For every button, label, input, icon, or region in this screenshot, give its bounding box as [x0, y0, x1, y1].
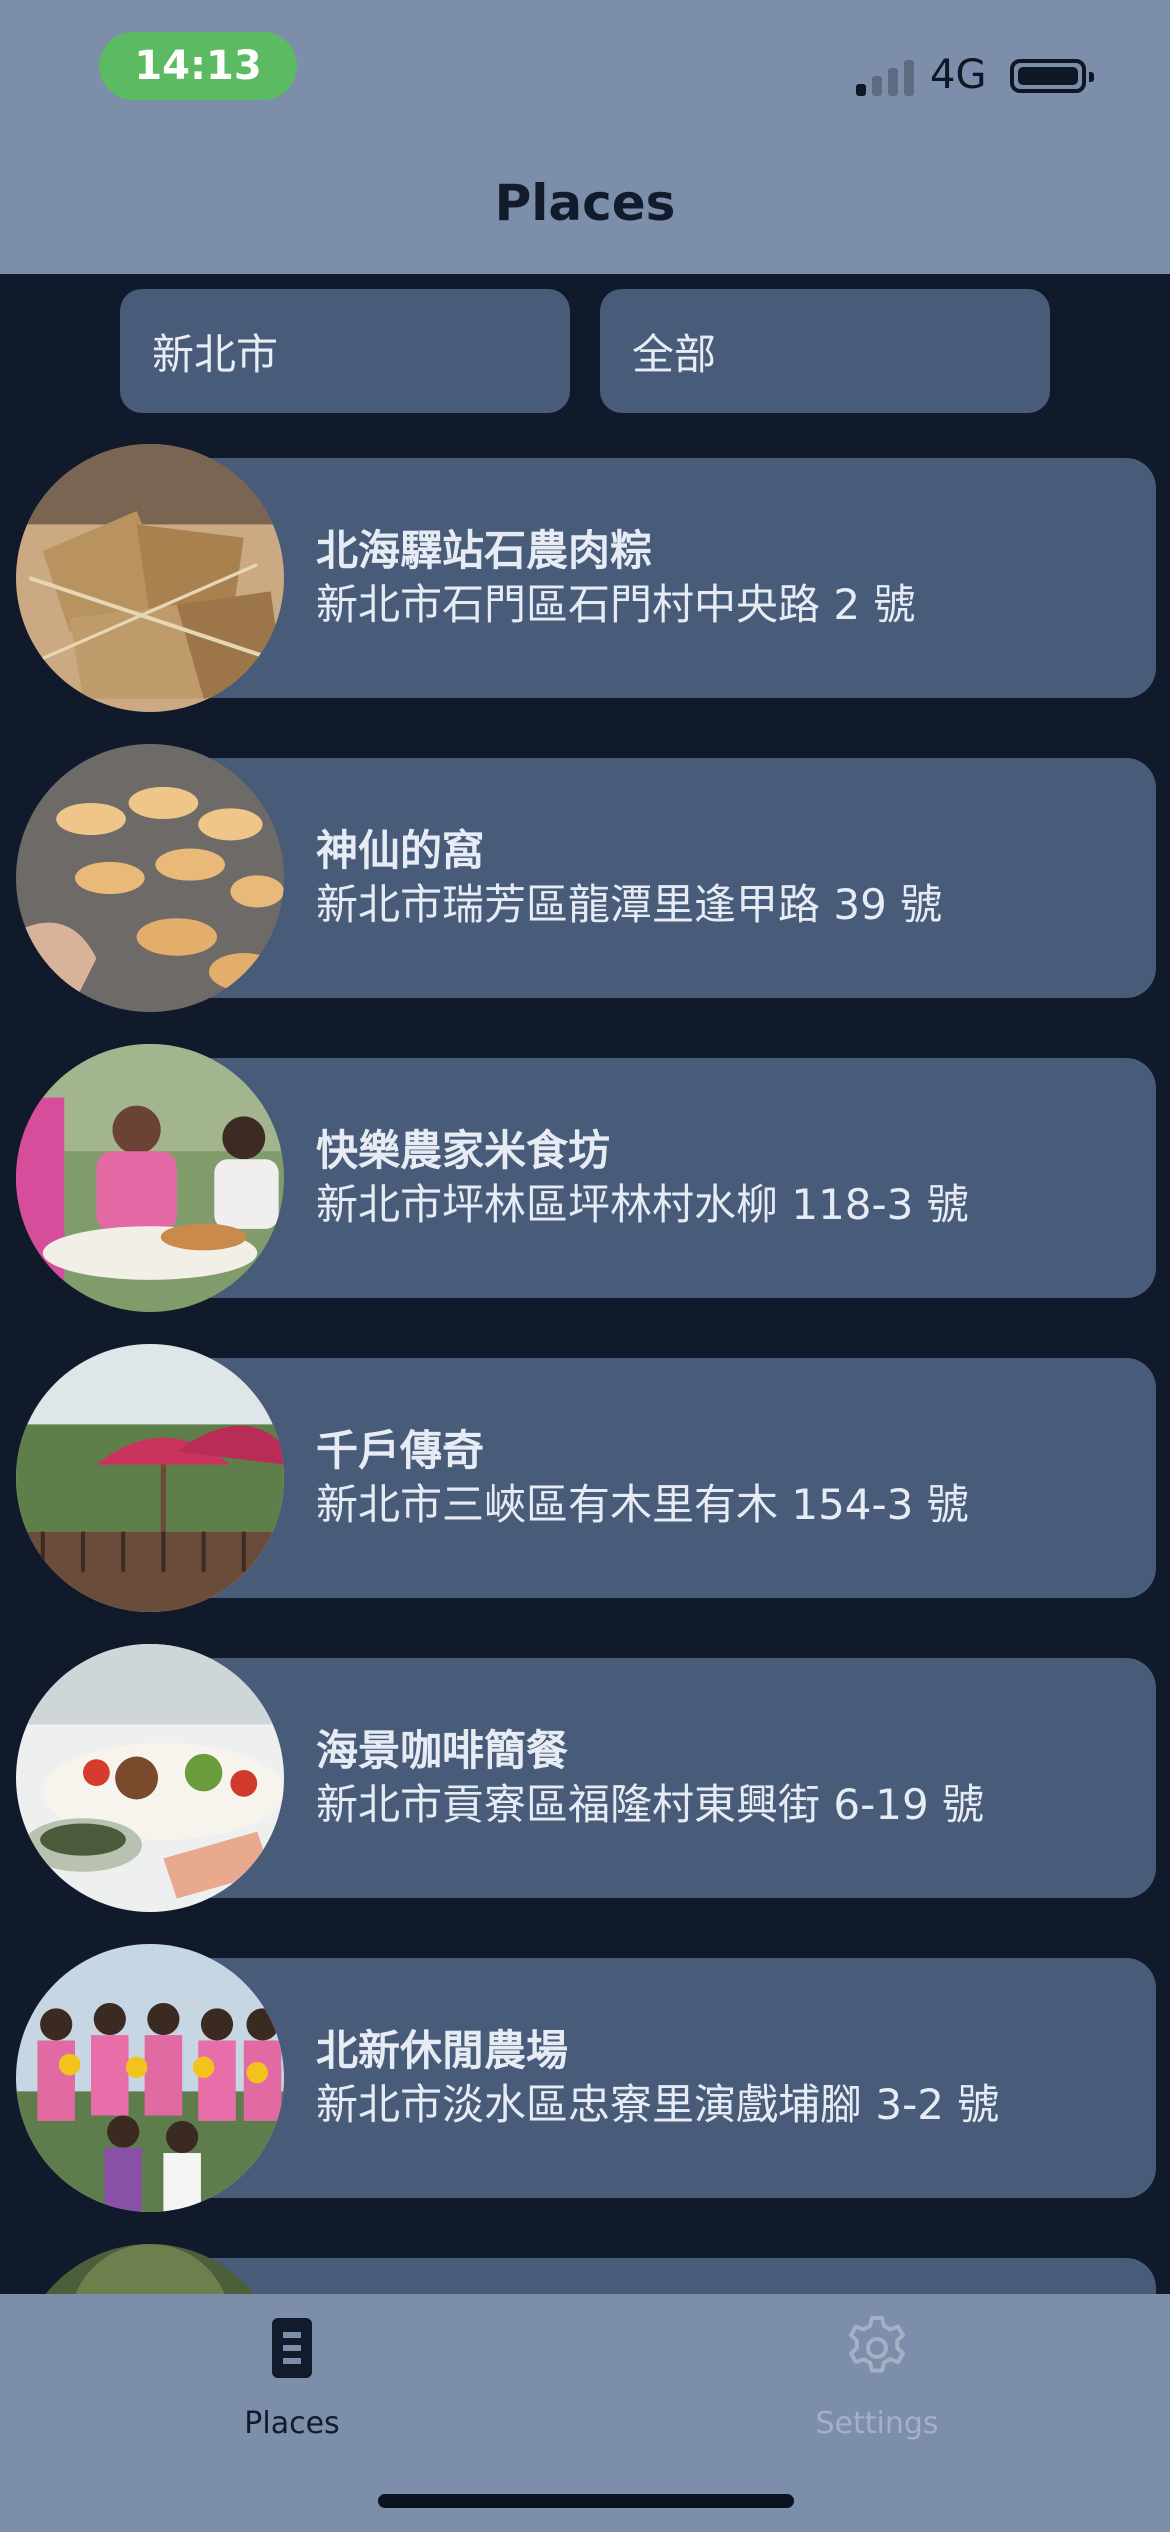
- page-title: Places: [494, 174, 676, 232]
- place-item[interactable]: 神仙的窩 新北市瑞芳區龍潭里逢甲路 39 號: [0, 740, 1170, 1012]
- place-name: 千戶傳奇: [316, 1426, 485, 1475]
- place-address: 新北市淡水區忠寮里演戲埔腳 3-2 號: [316, 2080, 1000, 2129]
- battery-icon: [1010, 59, 1094, 93]
- place-address: 新北市瑞芳區龍潭里逢甲路 39 號: [316, 880, 943, 929]
- place-info: 千戶傳奇 新北市三峽區有木里有木 154-3 號: [316, 1424, 969, 1532]
- place-item[interactable]: 千戶傳奇 新北市三峽區有木里有木 154-3 號: [0, 1340, 1170, 1612]
- list-icon: [272, 2318, 312, 2378]
- place-info: 北海驛站石農肉粽 新北市石門區石門村中央路 2 號: [316, 524, 915, 632]
- place-photo: [16, 1044, 284, 1312]
- place-address: 新北市三峽區有木里有木 154-3 號: [316, 1480, 969, 1529]
- signal-icon: [856, 58, 916, 96]
- place-photo: [16, 1344, 284, 1612]
- place-photo: [16, 744, 284, 1012]
- place-item[interactable]: 北新休閒農場 新北市淡水區忠寮里演戲埔腳 3-2 號: [0, 1940, 1170, 2212]
- gear-icon: [849, 2316, 905, 2373]
- tab-settings-label: Settings: [815, 2406, 939, 2441]
- place-info: 北新休閒農場 新北市淡水區忠寮里演戲埔腳 3-2 號: [316, 2024, 999, 2132]
- place-photo: [16, 1944, 284, 2212]
- place-photo: [16, 444, 284, 712]
- status-time: 14:13: [99, 32, 297, 100]
- tab-places[interactable]: Places: [142, 2312, 442, 2441]
- place-item[interactable]: 快樂農家米食坊 新北市坪林區坪林村水柳 118-3 號: [0, 1040, 1170, 1312]
- place-name: 神仙的窩: [316, 826, 485, 875]
- place-name: 北新休閒農場: [316, 2026, 569, 2075]
- place-info: 快樂農家米食坊 新北市坪林區坪林村水柳 118-3 號: [316, 1124, 969, 1232]
- city-filter-button[interactable]: 新北市: [120, 289, 570, 413]
- place-item[interactable]: [0, 2240, 1170, 2294]
- place-info: 海景咖啡簡餐 新北市貢寮區福隆村東興街 6-19 號: [316, 1724, 984, 1832]
- city-filter-label: 新北市: [152, 329, 279, 379]
- place-name: 快樂農家米食坊: [316, 1126, 611, 1175]
- place-card[interactable]: [150, 2258, 1156, 2294]
- network-type: 4G: [930, 52, 987, 98]
- places-list[interactable]: 北海驛站石農肉粽 新北市石門區石門村中央路 2 號 神仙的窩 新北市瑞芳區龍潭里…: [0, 440, 1170, 2294]
- place-name: 北海驛站石農肉粽: [316, 526, 653, 575]
- header-bar: 14:13 4G Places: [0, 0, 1170, 274]
- category-filter-button[interactable]: 全部: [600, 289, 1050, 413]
- home-indicator: [378, 2494, 794, 2508]
- tab-settings[interactable]: Settings: [727, 2312, 1027, 2441]
- place-photo: [16, 1644, 284, 1912]
- place-item[interactable]: 海景咖啡簡餐 新北市貢寮區福隆村東興街 6-19 號: [0, 1640, 1170, 1912]
- place-address: 新北市貢寮區福隆村東興街 6-19 號: [316, 1780, 985, 1829]
- place-address: 新北市石門區石門村中央路 2 號: [316, 580, 916, 629]
- tab-places-label: Places: [244, 2406, 340, 2441]
- place-address: 新北市坪林區坪林村水柳 118-3 號: [316, 1180, 969, 1229]
- place-name: 海景咖啡簡餐: [316, 1726, 569, 1775]
- place-info: 神仙的窩 新北市瑞芳區龍潭里逢甲路 39 號: [316, 824, 942, 932]
- place-item[interactable]: 北海驛站石農肉粽 新北市石門區石門村中央路 2 號: [0, 440, 1170, 712]
- category-filter-label: 全部: [632, 329, 717, 379]
